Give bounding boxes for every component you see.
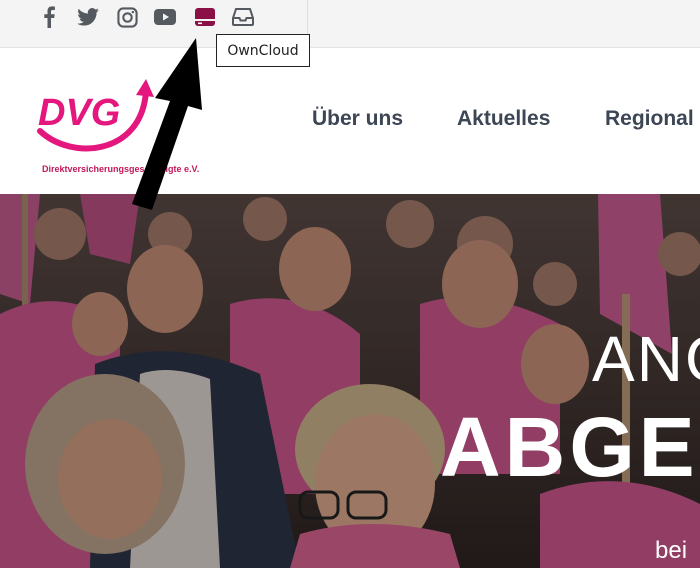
youtube-icon[interactable] xyxy=(153,5,177,29)
owncloud-tooltip: OwnCloud xyxy=(216,34,310,67)
hero-heading-line1: ANG xyxy=(592,323,700,395)
owncloud-icon[interactable] xyxy=(193,5,217,29)
social-bar xyxy=(0,0,700,48)
dvg-logo[interactable]: DVG Direktversicherungsgeschädigte e.V. xyxy=(32,65,212,185)
logo-tagline: Direktversicherungsgeschädigte e.V. xyxy=(42,164,200,174)
nav-ueber-uns[interactable]: Über uns xyxy=(312,107,403,131)
logo-text: DVG xyxy=(38,92,120,134)
nav-aktuelles[interactable]: Aktuelles xyxy=(457,107,550,131)
hero-banner: ANG ABGE bei xyxy=(0,194,700,568)
nav-regional[interactable]: Regional xyxy=(605,107,694,131)
hero-heading-line2: ABGE xyxy=(440,400,699,494)
inbox-icon[interactable] xyxy=(231,5,255,29)
site-header: DVG Direktversicherungsgeschädigte e.V. … xyxy=(0,49,700,194)
facebook-icon[interactable] xyxy=(37,5,61,29)
dvg-logo-graphic: DVG xyxy=(37,79,154,152)
hero-subheading: bei xyxy=(655,537,688,564)
instagram-icon[interactable] xyxy=(115,5,139,29)
twitter-icon[interactable] xyxy=(76,5,100,29)
